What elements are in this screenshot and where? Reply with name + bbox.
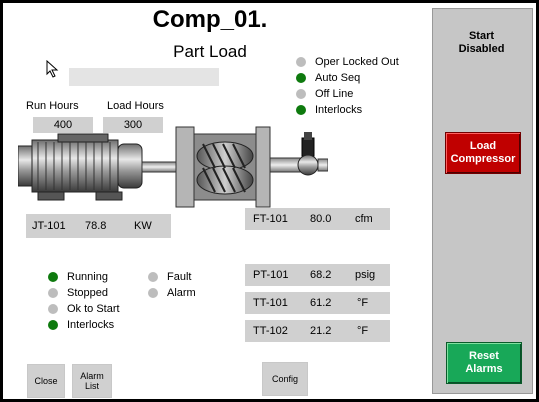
reading-unit: psig: [355, 269, 376, 281]
status-off-line: Off Line: [296, 86, 426, 102]
reading-pt-101: PT-101 68.2 psig: [245, 264, 390, 286]
reading-value: 61.2: [310, 297, 332, 309]
status-interlocks-left: Interlocks: [48, 317, 148, 333]
power-tag: JT-101: [32, 220, 66, 232]
reading-value: 21.2: [310, 325, 332, 337]
status-running: Running: [48, 269, 148, 285]
reading-ft-101: FT-101 80.0 cfm: [245, 208, 390, 230]
status-label: Stopped: [67, 287, 108, 299]
message-bar: [69, 68, 219, 86]
reading-unit: °F: [357, 297, 369, 309]
mouse-pointer-icon: [46, 60, 59, 78]
status-oper-locked-out: Oper Locked Out: [296, 54, 426, 70]
status-alarm: Alarm: [148, 285, 228, 301]
reading-unit: °F: [357, 325, 369, 337]
status-label: Off Line: [315, 88, 354, 100]
status-label: Oper Locked Out: [315, 56, 399, 68]
page-title: Comp_01.: [152, 6, 268, 33]
reading-tag: TT-101: [253, 297, 288, 309]
indicator-icon: [148, 272, 158, 282]
status-stopped: Stopped: [48, 285, 148, 301]
close-button[interactable]: Close: [27, 364, 65, 398]
reset-alarms-button[interactable]: Reset Alarms: [446, 342, 522, 384]
alarm-list-label-line2: List: [84, 381, 99, 391]
status-fault: Fault: [148, 269, 228, 285]
reading-tag: FT-101: [253, 213, 288, 225]
reading-value: 80.0: [310, 213, 332, 225]
indicator-icon: [296, 73, 306, 83]
status-label: Interlocks: [315, 104, 363, 116]
status-label: Fault: [167, 271, 192, 283]
indicator-icon: [48, 304, 58, 314]
start-status-line2: Disabled: [458, 43, 505, 55]
status-auto-seq: Auto Seq: [296, 70, 426, 86]
start-status-line1: Start: [468, 30, 495, 42]
status-ok-to-start: Ok to Start: [48, 301, 148, 317]
reading-value: 68.2: [310, 269, 332, 281]
status-label: Ok to Start: [67, 303, 120, 315]
reading-tag: TT-102: [253, 325, 288, 337]
config-button-label: Config: [271, 374, 298, 384]
alarm-list-label-line1: Alarm: [80, 371, 104, 381]
reading-tt-102: TT-102 21.2 °F: [245, 320, 390, 342]
status-label: Interlocks: [67, 319, 115, 331]
power-value: 78.8: [85, 220, 107, 232]
indicator-icon: [48, 320, 58, 330]
load-compressor-button[interactable]: Load Compressor: [445, 132, 521, 174]
status-label: Auto Seq: [315, 72, 361, 84]
indicator-icon: [296, 57, 306, 67]
motor-icon: [18, 133, 179, 201]
power-readout: JT-101 78.8 KW: [26, 214, 171, 238]
alarm-list-button[interactable]: Alarm List: [72, 364, 112, 398]
load-button-line2: Compressor: [450, 153, 516, 165]
screw-compressor-icon: [175, 126, 271, 208]
status-interlocks: Interlocks: [296, 102, 426, 118]
power-unit: KW: [134, 220, 152, 232]
load-button-line1: Load: [469, 140, 497, 152]
indicator-icon: [48, 288, 58, 298]
reset-button-line1: Reset: [469, 350, 499, 362]
discharge-valve-icon: [269, 132, 328, 176]
status-label: Running: [67, 271, 108, 283]
close-button-label: Close: [34, 376, 58, 386]
indicator-icon: [296, 105, 306, 115]
status-list-left: Running Stopped Ok to Start Interlocks: [48, 269, 148, 333]
status-list-right: Fault Alarm: [148, 269, 228, 301]
config-button[interactable]: Config: [262, 362, 308, 396]
reading-tag: PT-101: [253, 269, 289, 281]
status-list-top: Oper Locked Out Auto Seq Off Line Interl…: [296, 54, 426, 118]
indicator-icon: [148, 288, 158, 298]
run-hours-label: Run Hours: [26, 100, 79, 112]
indicator-icon: [48, 272, 58, 282]
status-label: Alarm: [167, 287, 196, 299]
indicator-icon: [296, 89, 306, 99]
reading-unit: cfm: [355, 213, 373, 225]
reset-button-line2: Alarms: [465, 363, 503, 375]
start-status-text: Start Disabled: [432, 30, 531, 56]
reading-tt-101: TT-101 61.2 °F: [245, 292, 390, 314]
control-panel: [432, 8, 533, 394]
load-hours-label: Load Hours: [107, 100, 164, 112]
compressor-motor-graphic: [18, 126, 328, 208]
